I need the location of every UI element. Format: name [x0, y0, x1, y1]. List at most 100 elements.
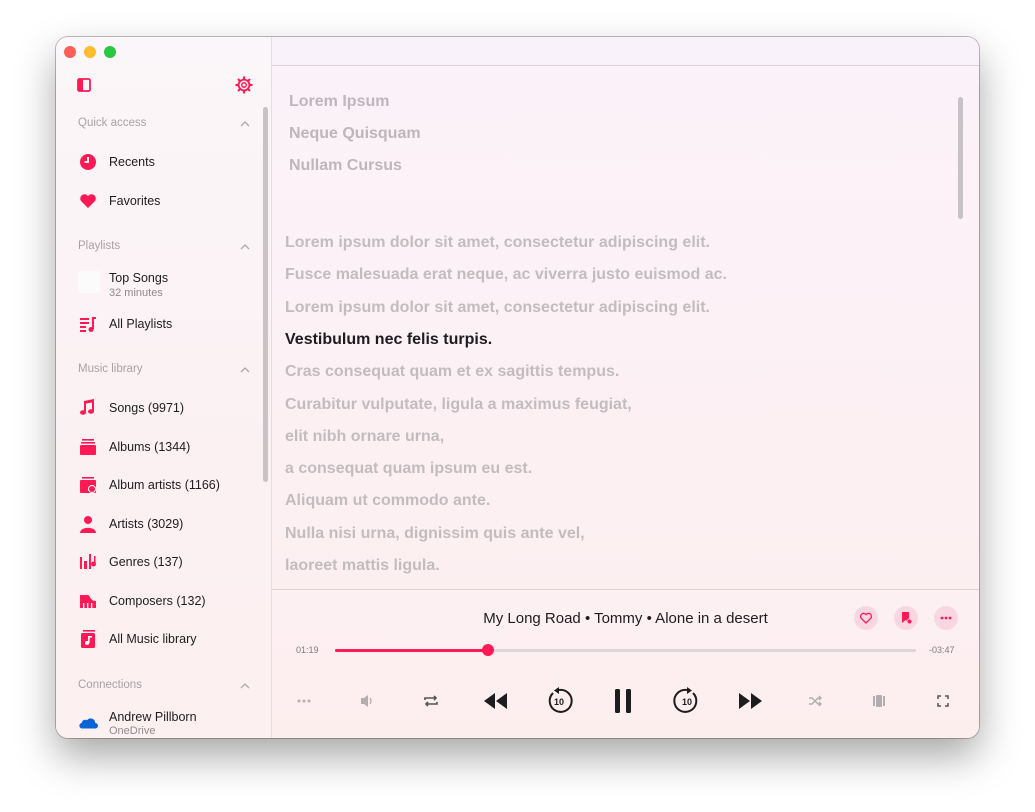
queue-button[interactable]: [864, 686, 894, 716]
sidebar-item-albums[interactable]: Albums (1344): [78, 433, 258, 461]
sidebar-toggle-icon[interactable]: [77, 78, 91, 92]
lyric-line[interactable]: laoreet mattis ligula.: [285, 557, 440, 575]
sidebar-item-composers[interactable]: Composers (132): [78, 587, 258, 615]
sidebar-item-onedrive[interactable]: Andrew Pillborn OneDrive: [78, 707, 258, 738]
chevron-up-icon[interactable]: [240, 244, 250, 250]
section-quick-access: Quick access: [78, 117, 147, 129]
album-artist-icon: [80, 477, 96, 493]
credit-line: Neque Quisquam: [289, 125, 421, 142]
toolbar: [272, 37, 979, 66]
sidebar-item-label: Andrew Pillborn: [109, 710, 197, 724]
favorite-button[interactable]: [854, 606, 878, 630]
sidebar-item-recents[interactable]: Recents: [78, 148, 258, 176]
sidebar-item-label: Top Songs: [109, 271, 169, 285]
sidebar-item-label: All Playlists: [109, 317, 173, 331]
lyric-line[interactable]: elit nibh ornare urna,: [285, 428, 444, 446]
sidebar-scrollbar[interactable]: [263, 107, 268, 482]
sidebar-item-label: Albums (1344): [109, 440, 191, 454]
gear-icon[interactable]: [235, 76, 253, 94]
remaining-time: -03:47: [929, 645, 955, 655]
previous-track-button[interactable]: [480, 686, 510, 716]
skip-back-seconds: 10: [554, 697, 564, 707]
sidebar-item-label: Artists (3029): [109, 517, 184, 531]
progress-fill: [335, 649, 489, 652]
sidebar-item-artists[interactable]: Artists (3029): [78, 510, 258, 538]
lyric-line[interactable]: Lorem ipsum dolor sit amet, consectetur …: [285, 234, 710, 252]
lyric-line[interactable]: Vestibulum nec felis turpis.: [285, 331, 492, 349]
sidebar-item-label: All Music library: [109, 632, 197, 646]
more-options-button[interactable]: [934, 606, 958, 630]
shuffle-button[interactable]: [800, 686, 830, 716]
section-playlists: Playlists: [78, 240, 121, 252]
fast-forward-icon: [739, 693, 762, 709]
lyric-line[interactable]: Lorem ipsum dolor sit amet, consectetur …: [285, 299, 710, 317]
playlist-artwork: [78, 271, 100, 293]
sidebar-item-all-playlists[interactable]: All Playlists: [78, 310, 258, 338]
ellipsis-icon: [940, 616, 952, 620]
skip-forward-10-icon: 10: [673, 687, 698, 713]
chevron-up-icon[interactable]: [240, 121, 250, 127]
sidebar-item-sublabel: 32 minutes: [109, 287, 163, 299]
speaker-icon: [361, 695, 372, 707]
next-track-button[interactable]: [736, 686, 766, 716]
sidebar-item-album-artists[interactable]: Album artists (1166): [78, 471, 258, 499]
ellipsis-icon: [297, 699, 311, 703]
piano-icon: [80, 595, 96, 608]
sidebar-item-genres[interactable]: Genres (137): [78, 548, 258, 576]
person-icon: [80, 516, 96, 533]
lyric-line[interactable]: Aliquam ut commodo ante.: [285, 492, 490, 510]
heart-outline-icon: [860, 612, 872, 624]
pause-button[interactable]: [608, 686, 638, 716]
repeat-icon: [424, 695, 438, 707]
fullscreen-button[interactable]: [928, 686, 958, 716]
bookmark-button[interactable]: [894, 606, 918, 630]
section-music-library: Music library: [78, 363, 143, 375]
genres-icon: [80, 554, 96, 569]
rewind-icon: [484, 693, 507, 709]
window-maximize-button[interactable]: [104, 46, 116, 58]
elapsed-time: 01:19: [296, 645, 319, 655]
skip-forward-seconds: 10: [682, 697, 692, 707]
lyrics-view: Lorem Ipsum Neque Quisquam Nullam Cursus…: [272, 37, 979, 738]
lyric-line[interactable]: Fusce malesuada erat neque, ac viverra j…: [285, 266, 727, 284]
options-button[interactable]: [289, 686, 319, 716]
app-window: Quick access Recents Favorites Playlists…: [56, 37, 979, 738]
playlist-icon: [80, 317, 96, 332]
shuffle-icon: [809, 695, 822, 707]
albums-icon: [80, 439, 96, 455]
lyric-line[interactable]: Cras consequat quam et ex sagittis tempu…: [285, 363, 619, 381]
repeat-button[interactable]: [416, 686, 446, 716]
section-connections: Connections: [78, 679, 142, 691]
clock-icon: [80, 154, 96, 170]
chevron-up-icon[interactable]: [240, 683, 250, 689]
sidebar-item-label: Recents: [109, 155, 155, 169]
heart-icon: [80, 194, 96, 208]
progress-knob[interactable]: [482, 644, 495, 656]
sidebar-item-label: Favorites: [109, 194, 161, 208]
lyric-line[interactable]: Curabitur vulputate, ligula a maximus fe…: [285, 396, 632, 414]
chevron-up-icon[interactable]: [240, 367, 250, 373]
credit-line: Lorem Ipsum: [289, 93, 390, 110]
volume-button[interactable]: [352, 686, 382, 716]
lyric-line[interactable]: a consequat quam ipsum eu est.: [285, 460, 532, 478]
player-bar: My Long Road • Tommy • Alone in a desert…: [272, 589, 979, 738]
sidebar-item-songs[interactable]: Songs (9971): [78, 394, 258, 422]
sidebar: Quick access Recents Favorites Playlists…: [56, 37, 272, 738]
music-library-icon: [81, 630, 95, 648]
skip-back-button[interactable]: 10: [544, 686, 574, 716]
sidebar-item-top-songs[interactable]: Top Songs 32 minutes: [78, 269, 258, 301]
sidebar-item-label: Composers (132): [109, 594, 206, 608]
lyric-line[interactable]: Nulla nisi urna, dignissim quis ante vel…: [285, 525, 585, 543]
queue-icon: [873, 695, 885, 707]
window-minimize-button[interactable]: [84, 46, 96, 58]
skip-forward-button[interactable]: 10: [672, 686, 702, 716]
window-close-button[interactable]: [64, 46, 76, 58]
sidebar-item-label: Songs (9971): [109, 401, 185, 415]
bookmark-icon: [902, 612, 913, 625]
credit-line: Nullam Cursus: [289, 157, 402, 174]
lyrics-scrollbar[interactable]: [958, 97, 963, 219]
sidebar-item-label: Album artists (1166): [109, 478, 220, 492]
sidebar-item-all-music-library[interactable]: All Music library: [78, 625, 258, 653]
music-note-icon: [80, 399, 94, 415]
sidebar-item-favorites[interactable]: Favorites: [78, 187, 258, 215]
